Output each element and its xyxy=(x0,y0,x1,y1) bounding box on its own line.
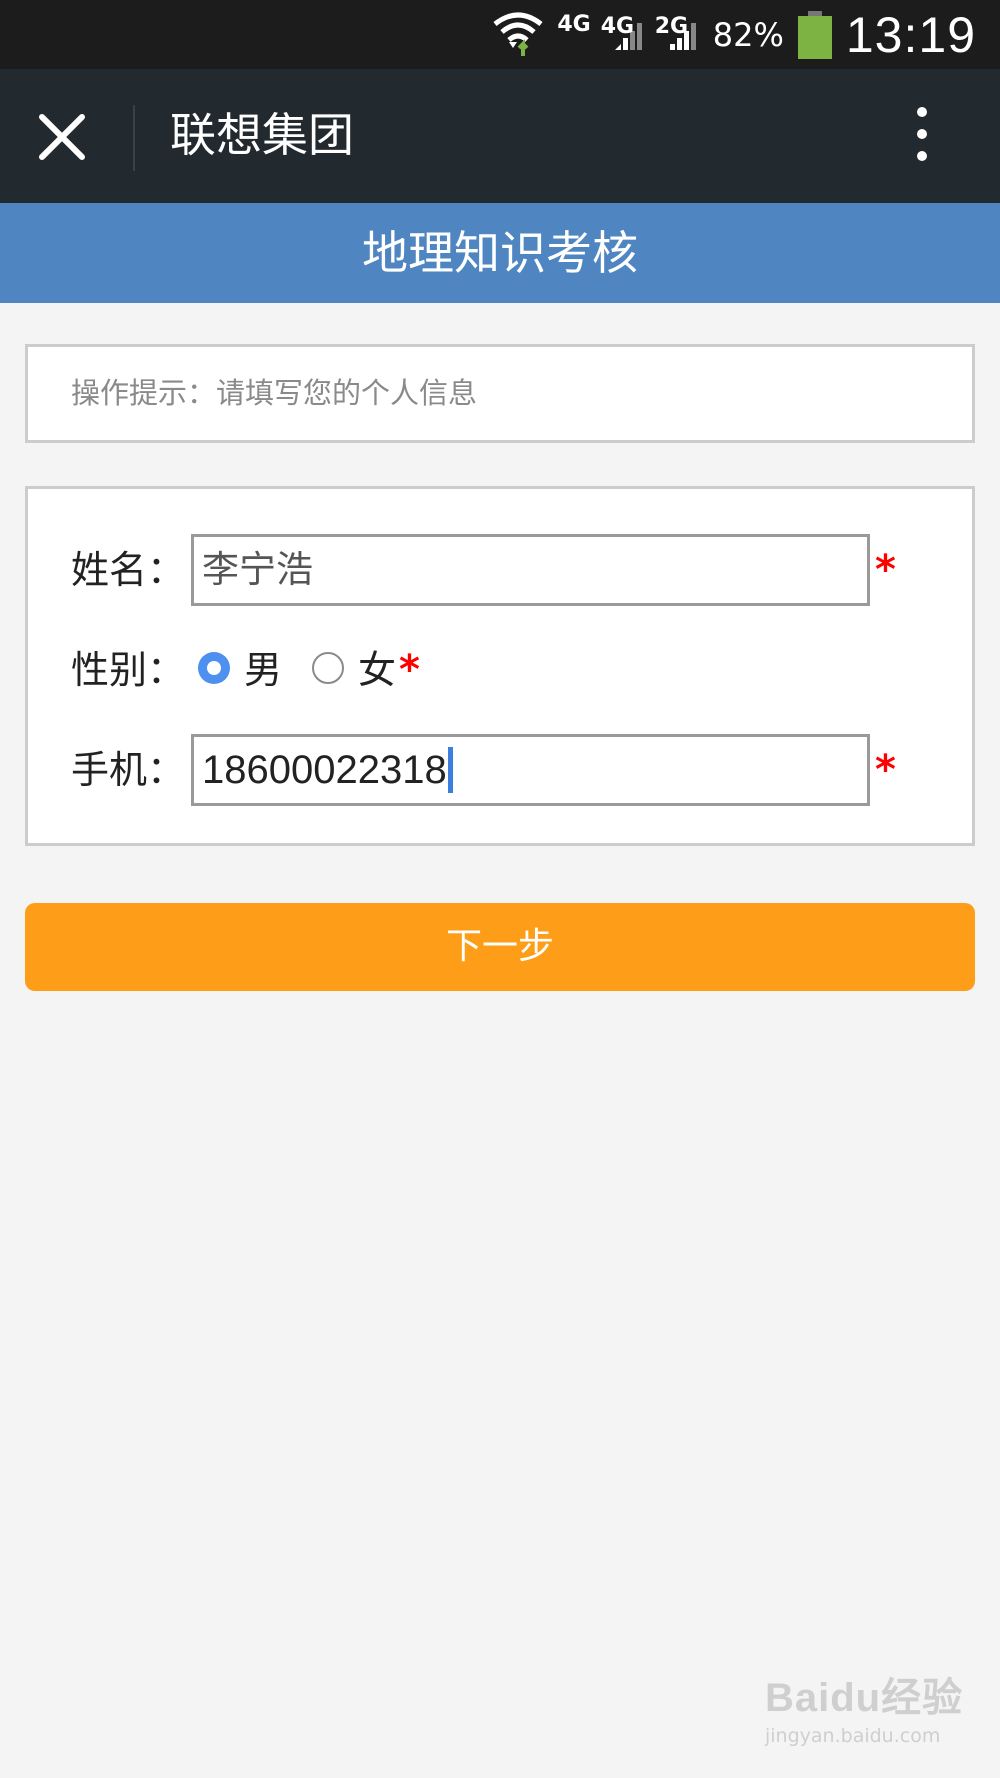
name-label: 姓名： xyxy=(71,548,186,592)
required-mark: * xyxy=(399,647,420,693)
page-title: 地理知识考核 xyxy=(0,203,1000,303)
signal-4g: 4G xyxy=(601,14,645,50)
phone-row: 手机： 18600022318 * xyxy=(28,734,972,806)
more-menu-button[interactable] xyxy=(902,107,942,167)
more-vertical-icon xyxy=(902,107,942,161)
signal-2g: 2G xyxy=(655,14,699,50)
battery-percent: 82% xyxy=(712,15,784,54)
gender-male-radio[interactable] xyxy=(198,652,230,684)
watermark-main: Baidu经验 xyxy=(765,1676,964,1720)
network-4g-label-2: 4G xyxy=(600,13,635,39)
gender-male-label[interactable]: 男 xyxy=(244,634,282,706)
tip-box: 操作提示：请填写您的个人信息 xyxy=(25,344,975,443)
phone-label: 手机： xyxy=(71,748,186,792)
gender-female-radio[interactable] xyxy=(312,652,344,684)
clock: 13:19 xyxy=(845,6,976,63)
phone-value: 18600022318 xyxy=(202,748,447,792)
status-indicators: 4G 4G 2G 82% 13:19 xyxy=(493,0,976,69)
battery-icon xyxy=(797,10,832,59)
nav-divider xyxy=(133,105,135,171)
close-button[interactable] xyxy=(36,111,88,163)
gender-female-label[interactable]: 女 xyxy=(358,634,396,706)
gender-row: 性别： 男 女 * xyxy=(28,634,972,706)
next-button[interactable]: 下一步 xyxy=(25,903,975,991)
info-form: 姓名： 李宁浩 * 性别： 男 女 * 手机： 18600022318 * xyxy=(25,486,975,846)
network-4g-label: 4G xyxy=(557,12,591,37)
name-input[interactable]: 李宁浩 xyxy=(191,534,870,606)
wifi-icon xyxy=(493,12,543,56)
status-bar: 4G 4G 2G 82% 13:19 xyxy=(0,0,1000,69)
name-row: 姓名： 李宁浩 * xyxy=(28,534,972,606)
network-2g-label: 2G xyxy=(654,13,689,39)
watermark-sub: jingyan.baidu.com xyxy=(765,1725,941,1747)
close-icon xyxy=(39,114,85,160)
required-mark: * xyxy=(875,747,896,793)
nav-bar: 联想集团 xyxy=(0,69,1000,203)
required-mark: * xyxy=(875,547,896,593)
nav-title: 联想集团 xyxy=(170,108,354,162)
baidu-watermark: Baidu经验 jingyan.baidu.com xyxy=(765,1665,965,1765)
phone-input[interactable]: 18600022318 xyxy=(191,734,870,806)
text-cursor xyxy=(447,747,453,794)
gender-label: 性别： xyxy=(71,648,186,692)
